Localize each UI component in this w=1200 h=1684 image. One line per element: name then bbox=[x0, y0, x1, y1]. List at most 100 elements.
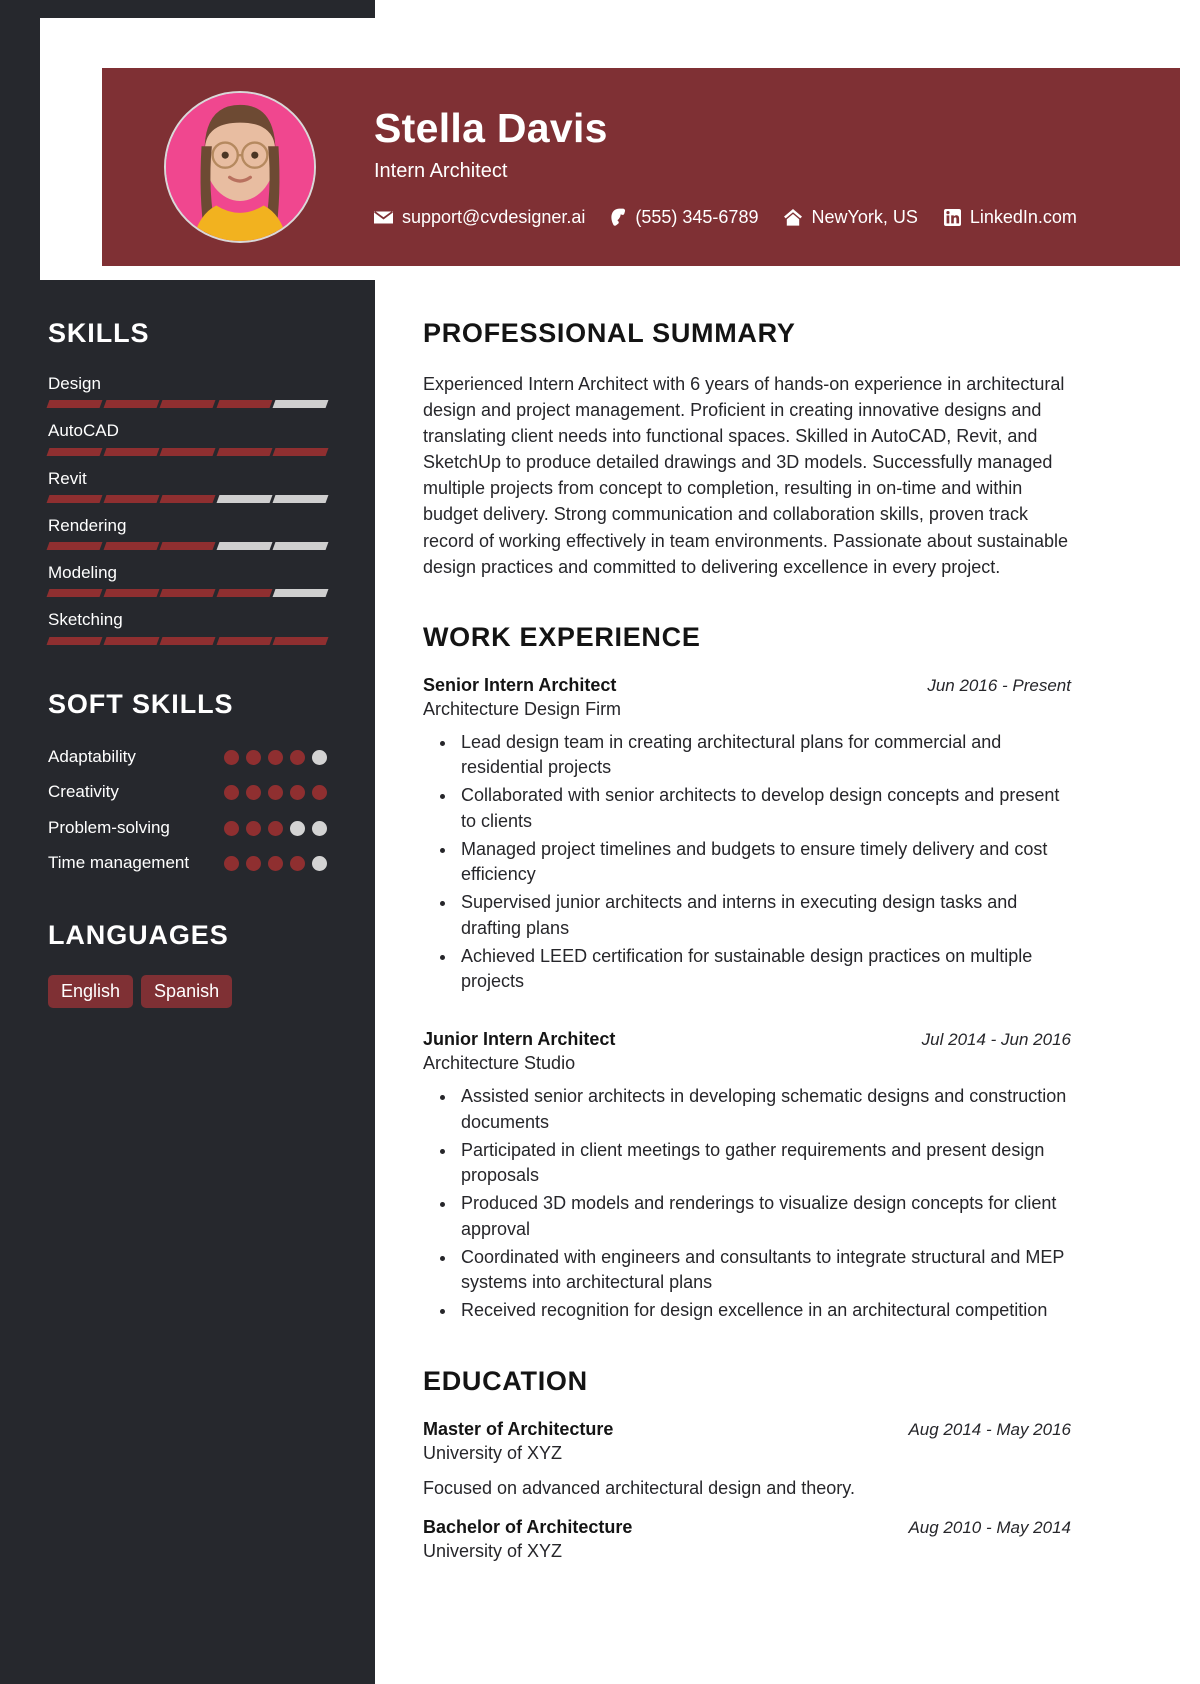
rating-dot bbox=[224, 749, 239, 765]
work-bullet: Produced 3D models and renderings to vis… bbox=[457, 1191, 1071, 1242]
work-date: Jul 2014 - Jun 2016 bbox=[921, 1030, 1071, 1050]
skill-label: Rendering bbox=[48, 515, 127, 535]
contact-phone-text: (555) 345-6789 bbox=[635, 206, 759, 227]
work-bullets: Assisted senior architects in developing… bbox=[423, 1084, 1071, 1324]
rating-dot bbox=[312, 820, 327, 836]
skills-list: Design AutoCAD Revit Rendering Modeling … bbox=[46, 373, 329, 645]
soft-skill-label: Creativity bbox=[48, 782, 119, 801]
education-school: University of XYZ bbox=[423, 1540, 563, 1561]
soft-skill-rating bbox=[224, 815, 327, 836]
soft-skill-label: Problem-solving bbox=[48, 817, 170, 837]
rating-dot bbox=[246, 856, 261, 871]
work-org: Architecture Design Firm bbox=[423, 698, 622, 719]
education-entry-header: Master of Architecture Aug 2014 - May 20… bbox=[423, 1419, 1071, 1440]
skill-bar bbox=[46, 494, 329, 503]
contact-linkedin[interactable]: LinkedIn.com bbox=[943, 206, 1077, 228]
skill-segment bbox=[103, 494, 159, 503]
skill-label: Design bbox=[48, 374, 101, 393]
skill-segment bbox=[46, 447, 103, 456]
language-tag-spanish: Spanish bbox=[141, 974, 233, 1008]
work-bullet: Coordinated with engineers and consultan… bbox=[457, 1245, 1071, 1296]
contact-linkedin-text: LinkedIn.com bbox=[969, 206, 1077, 227]
skill-segment bbox=[46, 542, 103, 550]
work-date: Jun 2016 - Present bbox=[927, 675, 1071, 695]
education-description: Focused on advanced architectural design… bbox=[423, 1477, 855, 1498]
job-title: Intern Architect bbox=[374, 159, 508, 182]
skill-item: Revit bbox=[46, 468, 329, 503]
contact-email[interactable]: support@cvdesigner.ai bbox=[374, 207, 585, 228]
soft-skills-heading: SOFT SKILLS bbox=[48, 688, 234, 719]
resume-header: Stella Davis Intern Architect support@cv… bbox=[102, 68, 1180, 266]
contact-location[interactable]: NewYork, US bbox=[784, 206, 918, 228]
work-bullet: Lead design team in creating architectur… bbox=[457, 730, 1071, 781]
language-tag-english: English bbox=[48, 974, 134, 1008]
work-entry: Senior Intern Architect Jun 2016 - Prese… bbox=[423, 675, 1071, 995]
work-bullets: Lead design team in creating architectur… bbox=[423, 730, 1071, 995]
sidebar: SKILLS Design AutoCAD Revit Rendering Mo… bbox=[0, 282, 375, 1008]
rating-dot bbox=[246, 749, 261, 765]
main-content: PROFESSIONAL SUMMARY Experienced Intern … bbox=[423, 282, 1071, 1566]
rating-dot bbox=[268, 820, 283, 836]
resume-page: Stella Davis Intern Architect support@cv… bbox=[0, 0, 1200, 1684]
rating-dot bbox=[312, 749, 327, 765]
work-title: Senior Intern Architect bbox=[423, 674, 617, 695]
skill-item: AutoCAD bbox=[46, 420, 329, 456]
rating-dot bbox=[290, 820, 305, 836]
skill-bar bbox=[46, 636, 329, 645]
skill-segment bbox=[272, 636, 329, 645]
skill-bar bbox=[46, 447, 329, 456]
soft-skill-item: Time management bbox=[48, 850, 327, 876]
skill-segment bbox=[159, 400, 216, 409]
contact-phone[interactable]: (555) 345-6789 bbox=[611, 207, 758, 228]
skill-segment bbox=[272, 589, 329, 598]
contact-location-text: NewYork, US bbox=[811, 206, 918, 227]
skill-bar bbox=[46, 589, 329, 598]
avatar bbox=[164, 91, 316, 243]
rating-dot bbox=[290, 749, 305, 765]
languages-heading: LANGUAGES bbox=[48, 919, 229, 950]
rating-dot bbox=[268, 749, 283, 765]
soft-skill-item: Adaptability bbox=[48, 744, 327, 770]
education-heading: EDUCATION bbox=[423, 1365, 588, 1396]
education-date: Aug 2010 - May 2014 bbox=[908, 1517, 1071, 1537]
skill-segment bbox=[216, 542, 272, 550]
contact-email-text: support@cvdesigner.ai bbox=[402, 206, 586, 227]
soft-skill-rating bbox=[224, 850, 327, 871]
skill-segment bbox=[103, 447, 159, 456]
rating-dot bbox=[312, 856, 327, 871]
work-org: Architecture Studio bbox=[423, 1053, 576, 1074]
skill-segment bbox=[103, 589, 159, 598]
work-entry-header: Junior Intern Architect Jul 2014 - Jun 2… bbox=[423, 1029, 1071, 1050]
soft-skill-label: Time management bbox=[48, 853, 190, 872]
work-bullet: Achieved LEED certification for sustaina… bbox=[457, 944, 1071, 995]
rating-dot bbox=[290, 856, 305, 871]
skill-item: Modeling bbox=[46, 562, 329, 598]
skill-segment bbox=[159, 636, 216, 645]
contact-list: support@cvdesigner.ai (555) 345-6789 New… bbox=[374, 207, 1077, 228]
work-bullet: Participated in client meetings to gathe… bbox=[457, 1138, 1071, 1189]
skill-label: Modeling bbox=[48, 563, 117, 582]
skill-segment bbox=[159, 542, 216, 550]
work-entry: Junior Intern Architect Jul 2014 - Jun 2… bbox=[423, 1029, 1071, 1324]
skill-segment bbox=[272, 447, 329, 456]
header-text: Stella Davis Intern Architect support@cv… bbox=[374, 106, 1077, 227]
soft-skills-list: Adaptability Creativity Problem-solving … bbox=[48, 744, 327, 876]
soft-skill-rating bbox=[224, 744, 327, 765]
phone-icon bbox=[611, 208, 626, 226]
education-entry-header: Bachelor of Architecture Aug 2010 - May … bbox=[423, 1517, 1071, 1538]
summary-text: Experienced Intern Architect with 6 year… bbox=[423, 374, 1069, 577]
soft-skill-label: Adaptability bbox=[48, 746, 136, 766]
skill-bar bbox=[46, 542, 329, 550]
skill-label: Revit bbox=[48, 468, 87, 488]
work-title: Junior Intern Architect bbox=[423, 1029, 616, 1050]
education-school: University of XYZ bbox=[423, 1442, 563, 1463]
skill-segment bbox=[216, 447, 272, 456]
skill-segment bbox=[159, 589, 216, 598]
avatar-photo bbox=[166, 93, 314, 241]
skill-bar bbox=[46, 400, 329, 409]
summary-heading: PROFESSIONAL SUMMARY bbox=[423, 318, 796, 348]
rating-dot bbox=[290, 785, 305, 800]
education-degree: Master of Architecture bbox=[423, 1418, 614, 1439]
education-entry: Bachelor of Architecture Aug 2010 - May … bbox=[423, 1517, 1071, 1562]
